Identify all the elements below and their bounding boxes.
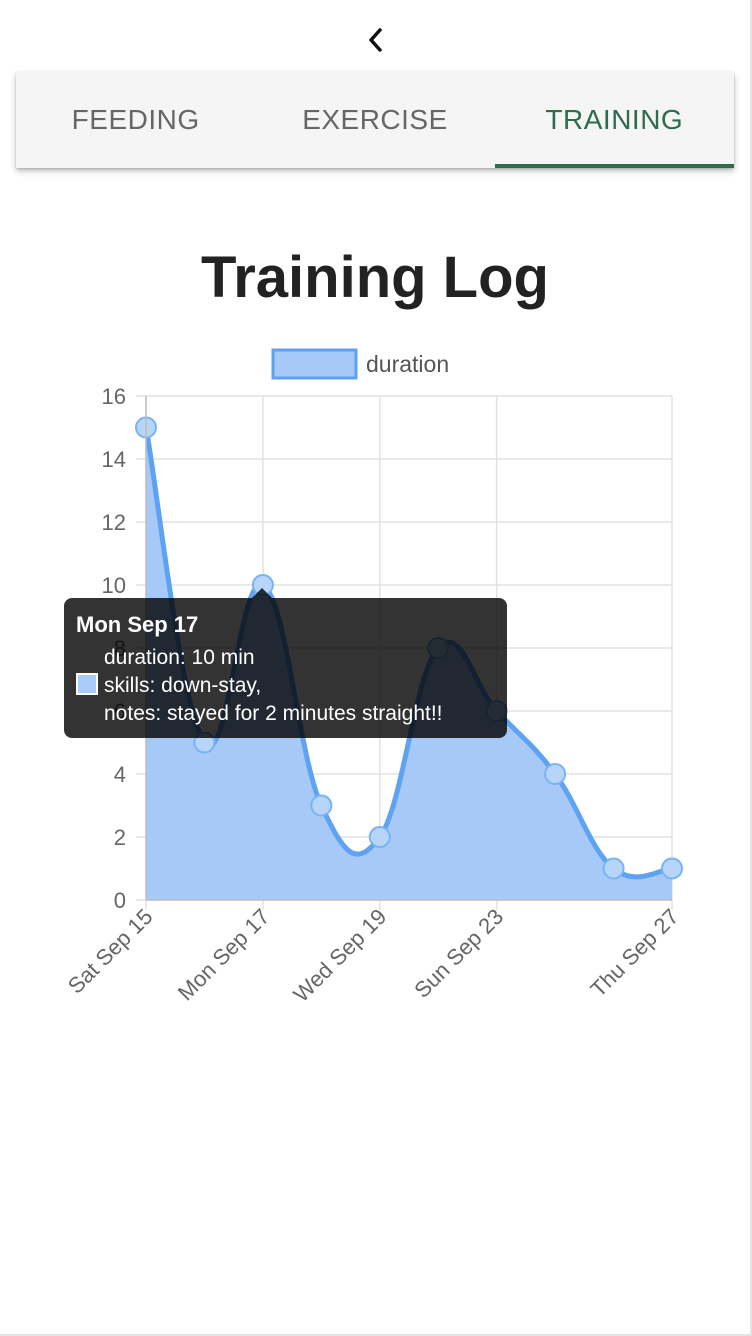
tab-feeding[interactable]: FEEDING [16,72,255,168]
y-tick-label: 10 [102,573,126,598]
x-tick-label: Mon Sep 17 [173,904,275,1006]
y-tick-label: 14 [102,447,126,472]
tab-training[interactable]: TRAINING [494,72,735,168]
y-tick-label: 4 [114,762,126,787]
y-tick-label: 2 [114,825,126,850]
legend-label: duration [366,351,449,377]
data-point[interactable] [310,794,333,817]
chart-tooltip: Mon Sep 17 duration: 10 min skills: down… [64,588,507,738]
x-tick-label: Sun Sep 23 [409,904,508,1003]
tooltip-line-duration: duration: 10 min [104,646,255,669]
tooltip-caret [252,588,272,598]
tooltip-line-skills: skills: down-stay, [104,674,262,697]
tooltip-title: Mon Sep 17 [76,612,199,637]
page-title: Training Log [201,245,549,310]
y-tick-label: 16 [102,384,126,409]
chart-legend[interactable]: duration [271,348,449,380]
y-tick-label: 12 [102,510,126,535]
y-tick-label: 0 [114,888,126,913]
back-button[interactable] [356,20,396,60]
tooltip-swatch [76,673,98,695]
data-point[interactable] [602,857,625,880]
data-point[interactable] [661,857,683,880]
data-point[interactable] [544,763,567,785]
tab-bar: FEEDING EXERCISE TRAINING [16,72,735,168]
x-tick-label: Thu Sep 27 [585,904,683,1002]
chevron-left-icon [369,28,382,52]
tab-exercise[interactable]: EXERCISE [255,72,494,168]
data-point[interactable] [368,826,391,848]
legend-swatch [271,348,358,380]
x-tick-label: Wed Sep 19 [288,904,391,1007]
tooltip-line-notes: notes: stayed for 2 minutes straight!! [104,702,443,725]
x-tick-label: Sat Sep 15 [63,904,158,999]
